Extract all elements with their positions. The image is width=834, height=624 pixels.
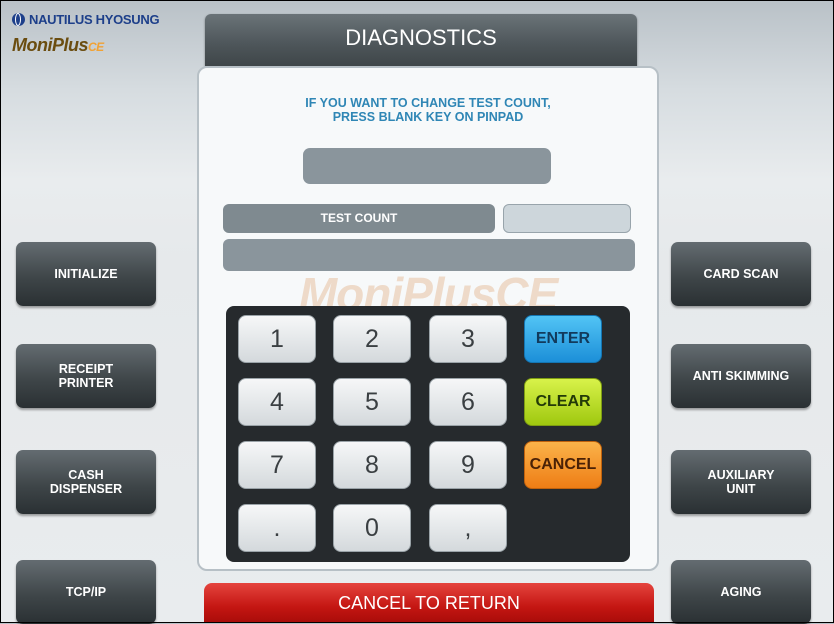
key-5[interactable]: 5 bbox=[333, 378, 411, 426]
auxiliary-unit-label: AUXILIARY UNIT bbox=[708, 468, 775, 496]
key-3[interactable]: 3 bbox=[429, 315, 507, 363]
aging-button[interactable]: AGING bbox=[671, 560, 811, 624]
key-7[interactable]: 7 bbox=[238, 441, 316, 489]
clear-key[interactable]: CLEAR bbox=[524, 378, 602, 426]
cancel-to-return-button[interactable]: CANCEL TO RETURN bbox=[204, 583, 654, 623]
receipt-printer-label-1: RECEIPT bbox=[58, 362, 114, 376]
product-suffix: CE bbox=[88, 40, 104, 54]
company-label: NAUTILUS HYOSUNG bbox=[29, 12, 160, 27]
enter-key[interactable]: ENTER bbox=[524, 315, 602, 363]
key-0[interactable]: 0 bbox=[333, 504, 411, 552]
auxiliary-unit-label-1: AUXILIARY bbox=[707, 468, 775, 482]
instruction-text: IF YOU WANT TO CHANGE TEST COUNT, PRESS … bbox=[197, 96, 659, 124]
brand-logo: NAUTILUS HYOSUNG MoniPlusCE bbox=[12, 12, 160, 56]
company-name: NAUTILUS HYOSUNG bbox=[12, 12, 160, 27]
message-display bbox=[303, 148, 551, 184]
cancel-key[interactable]: CANCEL bbox=[524, 441, 602, 489]
test-count-label: TEST COUNT bbox=[223, 204, 495, 233]
cash-dispenser-label-2: DISPENSER bbox=[49, 482, 123, 496]
key-6[interactable]: 6 bbox=[429, 378, 507, 426]
instruction-line-1: IF YOU WANT TO CHANGE TEST COUNT, bbox=[305, 96, 551, 110]
key-dot[interactable]: . bbox=[238, 504, 316, 552]
pinpad: 1 2 3 ENTER 4 5 6 CLEAR 7 8 9 CANCEL . 0… bbox=[226, 306, 630, 562]
cash-dispenser-label: CASH DISPENSER bbox=[50, 468, 122, 496]
initialize-label: INITIALIZE bbox=[54, 267, 118, 281]
instruction-line-2: PRESS BLANK KEY ON PINPAD bbox=[332, 110, 524, 124]
initialize-button[interactable]: INITIALIZE bbox=[16, 242, 156, 306]
anti-skimming-label: ANTI SKIMMING bbox=[692, 369, 790, 383]
key-1[interactable]: 1 bbox=[238, 315, 316, 363]
product-label: MoniPlus bbox=[12, 35, 89, 55]
card-scan-label: CARD SCAN bbox=[703, 267, 779, 281]
auxiliary-unit-button[interactable]: AUXILIARY UNIT bbox=[671, 450, 811, 514]
card-scan-button[interactable]: CARD SCAN bbox=[671, 242, 811, 306]
key-9[interactable]: 9 bbox=[429, 441, 507, 489]
key-8[interactable]: 8 bbox=[333, 441, 411, 489]
test-count-value bbox=[503, 204, 631, 233]
receipt-printer-button[interactable]: RECEIPT PRINTER bbox=[16, 344, 156, 408]
tcpip-button[interactable]: TCP/IP bbox=[16, 560, 156, 624]
aging-label: AGING bbox=[720, 585, 762, 599]
tcpip-label: TCP/IP bbox=[65, 585, 107, 599]
receipt-printer-label-2: PRINTER bbox=[58, 376, 114, 390]
page-title: DIAGNOSTICS bbox=[205, 14, 637, 66]
key-2[interactable]: 2 bbox=[333, 315, 411, 363]
key-4[interactable]: 4 bbox=[238, 378, 316, 426]
product-logo: MoniPlusCE bbox=[12, 35, 159, 56]
cash-dispenser-label-1: CASH bbox=[68, 468, 104, 482]
key-comma[interactable]: , bbox=[429, 504, 507, 552]
anti-skimming-button[interactable]: ANTI SKIMMING bbox=[671, 344, 811, 408]
auxiliary-unit-label-2: UNIT bbox=[726, 482, 756, 496]
globe-icon bbox=[12, 13, 25, 26]
cash-dispenser-button[interactable]: CASH DISPENSER bbox=[16, 450, 156, 514]
receipt-printer-label: RECEIPT PRINTER bbox=[59, 362, 114, 390]
